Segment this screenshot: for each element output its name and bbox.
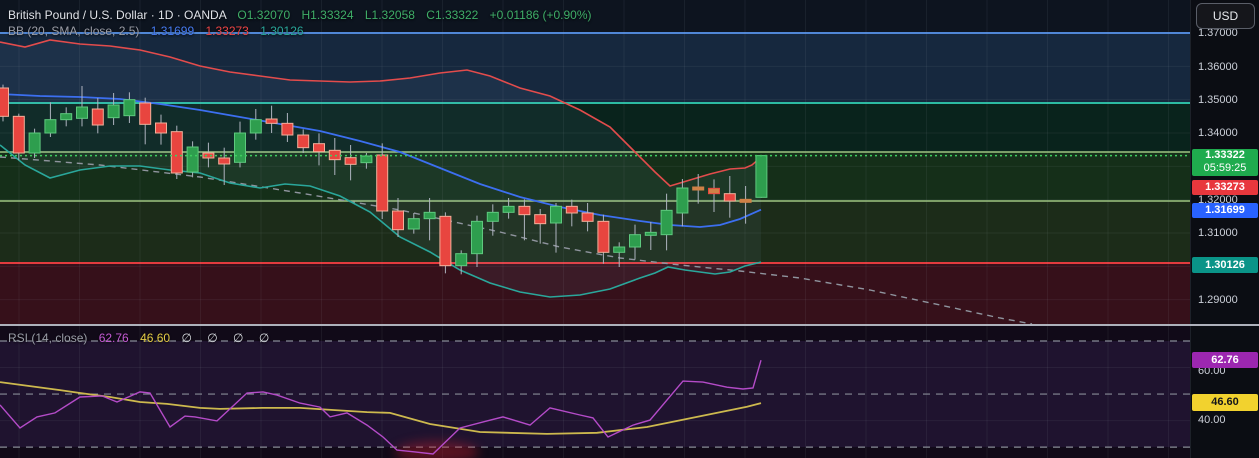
candle-body[interactable] xyxy=(613,246,626,253)
candle-body[interactable] xyxy=(708,187,720,195)
rsi-band-fill xyxy=(0,341,1190,448)
ohlc-high: H1.33324 xyxy=(301,8,354,22)
axis-tick-label: 1.36000 xyxy=(1198,61,1238,73)
candle-body[interactable] xyxy=(265,118,278,124)
candle-body[interactable] xyxy=(12,115,25,154)
pane-divider[interactable] xyxy=(0,324,1259,326)
countdown-timer: 05:59:25 xyxy=(1203,162,1247,174)
axis-tick-label: 1.31000 xyxy=(1198,227,1238,239)
candle-body[interactable] xyxy=(281,122,294,136)
candle-body[interactable] xyxy=(44,119,57,134)
candle-body[interactable] xyxy=(123,99,136,117)
candle-body[interactable] xyxy=(502,205,515,213)
candle-body[interactable] xyxy=(249,119,262,134)
candle-body[interactable] xyxy=(692,186,705,191)
candle-body[interactable] xyxy=(360,155,373,164)
candle-body[interactable] xyxy=(455,253,468,267)
candle-body[interactable] xyxy=(486,211,499,222)
candle-body[interactable] xyxy=(644,231,657,236)
ohlc-open: O1.32070 xyxy=(237,8,291,22)
candle-body[interactable] xyxy=(186,146,199,173)
candle-body[interactable] xyxy=(629,234,641,248)
bb-legend-row[interactable]: BB (20, SMA, close, 2.5) 1.31699 1.33273… xyxy=(8,24,304,38)
ohlc-close: C1.33322 xyxy=(426,8,479,22)
candle-body[interactable] xyxy=(518,205,531,216)
candle-body[interactable] xyxy=(313,143,325,153)
candle-body[interactable] xyxy=(723,193,736,202)
candle-body[interactable] xyxy=(234,132,246,163)
candle-body[interactable] xyxy=(660,209,673,236)
symbol-title: British Pound / U.S. Dollar · 1D · OANDA xyxy=(8,8,227,22)
rsi-legend-row[interactable]: RSI (14, close) 62.76 46.60 ∅ ∅ ∅ ∅ xyxy=(8,331,275,345)
candle-body[interactable] xyxy=(376,154,389,212)
bb-lower-value: 1.30126 xyxy=(260,24,304,38)
candle-body[interactable] xyxy=(28,132,41,154)
bb-upper-value: 1.33273 xyxy=(205,24,249,38)
currency-toggle-button[interactable]: USD xyxy=(1196,3,1255,29)
rsi-value-badge: 62.76 xyxy=(1192,352,1258,368)
change-value: +0.01186 (+0.90%) xyxy=(489,8,592,22)
candle-body[interactable] xyxy=(0,87,9,117)
candle-body[interactable] xyxy=(139,102,152,125)
candle-body[interactable] xyxy=(91,108,104,126)
candle-body[interactable] xyxy=(471,220,483,255)
candle-body[interactable] xyxy=(218,157,231,165)
candle-body[interactable] xyxy=(392,210,404,231)
last-price-badge: 1.33322 05:59:25 xyxy=(1192,149,1258,176)
candle-body[interactable] xyxy=(407,218,420,230)
candle-body[interactable] xyxy=(755,155,768,198)
axis-tick-label: 1.34000 xyxy=(1198,127,1238,139)
bb-lower-badge: 1.30126 xyxy=(1192,257,1258,273)
candle-body[interactable] xyxy=(60,113,73,121)
candle-body[interactable] xyxy=(597,220,610,253)
rsi-label: RSI (14, close) xyxy=(8,331,88,345)
axis-tick-label: 1.35000 xyxy=(1198,94,1238,106)
candle-body[interactable] xyxy=(344,157,357,165)
candle-body[interactable] xyxy=(202,152,215,159)
candle-body[interactable] xyxy=(423,211,436,220)
bb-label: BB (20, SMA, close, 2.5) xyxy=(8,24,140,38)
candle-body[interactable] xyxy=(155,122,167,134)
candle-body[interactable] xyxy=(439,215,452,267)
price-scale[interactable]: 1.37000 1.36000 1.35000 1.34000 1.32000 1.310… xyxy=(1190,0,1259,458)
candle-body[interactable] xyxy=(534,214,547,225)
rsi-ma-badge: 46.60 xyxy=(1192,394,1258,411)
rsi-ma-value: 46.60 xyxy=(140,331,171,345)
rsi-value: 62.76 xyxy=(98,331,129,345)
tradingview-chart-window: British Pound / U.S. Dollar · 1D · OANDA… xyxy=(0,0,1259,458)
candle-body[interactable] xyxy=(565,205,578,214)
bb-upper-badge: 1.33273 xyxy=(1192,180,1258,195)
bb-basis-badge: 1.31699 xyxy=(1192,203,1258,218)
candle-body[interactable] xyxy=(297,134,310,149)
candle-body[interactable] xyxy=(581,212,594,222)
candle-body[interactable] xyxy=(107,104,120,119)
rsi-hidden-values: ∅ ∅ ∅ ∅ xyxy=(181,331,276,345)
axis-tick-label: 40.00 xyxy=(1198,414,1226,426)
candle-body[interactable] xyxy=(550,205,562,224)
axis-tick-label: 1.29000 xyxy=(1198,294,1238,306)
candle-body[interactable] xyxy=(676,187,689,214)
bb-basis-value: 1.31699 xyxy=(150,24,195,38)
candle-body[interactable] xyxy=(739,198,752,203)
ohlc-low: L1.32058 xyxy=(364,8,415,22)
candle-body[interactable] xyxy=(76,106,88,119)
chart-canvas[interactable] xyxy=(0,0,1259,458)
candle-body[interactable] xyxy=(170,131,183,174)
symbol-legend-row[interactable]: British Pound / U.S. Dollar · 1D · OANDA… xyxy=(8,8,592,22)
